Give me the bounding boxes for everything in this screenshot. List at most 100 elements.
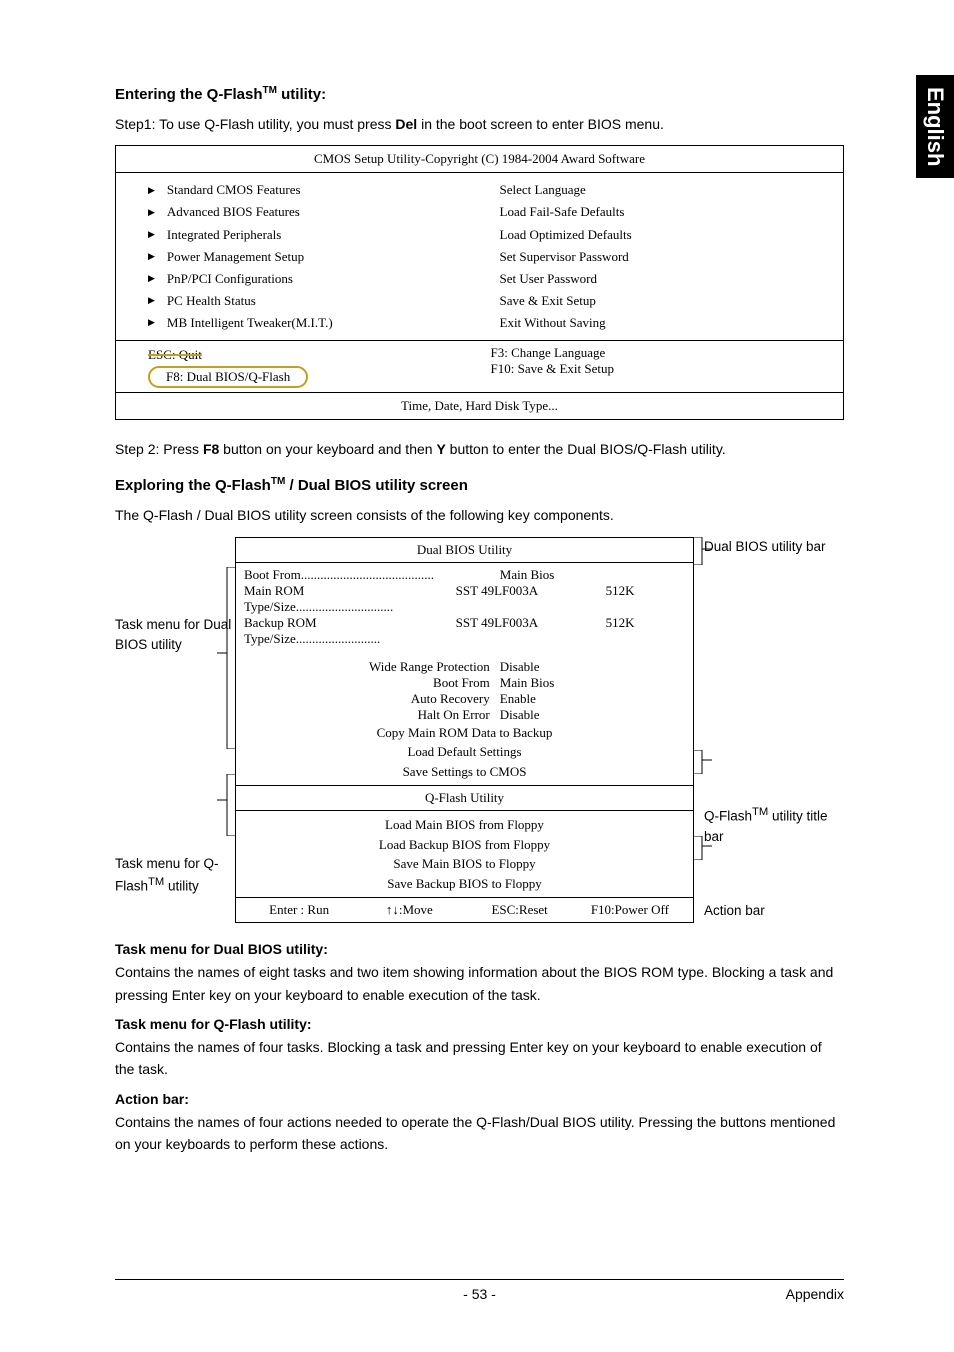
bios-menu-item: Save & Exit Setup	[500, 290, 834, 312]
bios-menu-item: Set User Password	[500, 268, 834, 290]
bracket-right-2	[694, 750, 712, 774]
dualbios-task: Copy Main ROM Data to Backup	[244, 723, 685, 743]
setting-key: Boot From	[244, 675, 500, 691]
action-item: F10:Power Off	[575, 902, 685, 918]
section2-title-sup: TM	[271, 476, 285, 487]
sub-body-3: Contains the names of four actions neede…	[115, 1111, 844, 1156]
triangle-icon: ▶	[148, 183, 155, 198]
action-item: ↑↓:Move	[354, 902, 464, 918]
page-number: - 53 -	[115, 1286, 844, 1302]
qflash-task: Load Backup BIOS from Floppy	[244, 835, 685, 855]
setting-row: Auto RecoveryEnable	[244, 691, 685, 707]
right-label-qflash-pre: Q-Flash	[704, 808, 752, 823]
step2-b2: Y	[436, 441, 445, 457]
page-footer: - 53 - Appendix	[115, 1279, 844, 1302]
setting-row: Wide Range ProtectionDisable	[244, 659, 685, 675]
qflash-task: Save Main BIOS to Floppy	[244, 854, 685, 874]
bios-menu-label: Exit Without Saving	[500, 312, 606, 334]
bios-menu-label: Standard CMOS Features	[167, 179, 301, 201]
bootfrom-value: Main Bios	[500, 567, 685, 583]
esc-quit: ESC: Quit	[148, 345, 491, 366]
qflash-task: Save Backup BIOS to Floppy	[244, 874, 685, 894]
bios-col-right: Select LanguageLoad Fail-Safe DefaultsLo…	[480, 173, 844, 340]
bios-menu-label: Load Optimized Defaults	[500, 224, 632, 246]
section1-title: Entering the Q-FlashTM utility:	[115, 85, 844, 103]
utility-diagram: Task menu for Dual BIOS utility Task men…	[115, 537, 844, 924]
bios-footer-keys: ESC: Quit F8: Dual BIOS/Q-Flash F3: Chan…	[116, 340, 843, 392]
bios-menu-label: Load Fail-Safe Defaults	[500, 201, 625, 223]
bios-menu-label: Advanced BIOS Features	[167, 201, 300, 223]
triangle-icon: ▶	[148, 227, 155, 242]
language-tab: English	[916, 75, 954, 178]
bios-menu-item: Exit Without Saving	[500, 312, 834, 334]
bios-menu-item: Select Language	[500, 179, 834, 201]
right-label-qflash-bar: Q-FlashTM utility title bar	[704, 804, 844, 847]
utility-box: Dual BIOS Utility Boot From.............…	[235, 537, 694, 924]
section1-title-post: utility:	[277, 86, 326, 103]
bios-col-left: ▶ Standard CMOS Features ▶ Advanced BIOS Fe…	[116, 173, 480, 340]
bios-menu-item: Set Supervisor Password	[500, 246, 834, 268]
mainrom-label: Main ROM Type/Size......................…	[244, 583, 456, 615]
bios-header: CMOS Setup Utility-Copyright (C) 1984-20…	[116, 146, 843, 173]
bios-footer-left: ESC: Quit F8: Dual BIOS/Q-Flash	[148, 345, 491, 388]
action-item: ESC:Reset	[465, 902, 575, 918]
qflash-title: Q-Flash Utility	[236, 786, 693, 811]
triangle-icon: ▶	[148, 205, 155, 220]
bios-footer-right: F3: Change Language F10: Save & Exit Set…	[491, 345, 834, 388]
section2-title-pre: Exploring the Q-Flash	[115, 477, 271, 494]
triangle-icon: ▶	[148, 293, 155, 308]
bios-table: CMOS Setup Utility-Copyright (C) 1984-20…	[115, 145, 844, 419]
right-label-dualbios-bar: Dual BIOS utility bar	[704, 537, 844, 557]
setting-value: Disable	[500, 707, 685, 723]
action-item: Enter : Run	[244, 902, 354, 918]
qflash-task: Load Main BIOS from Floppy	[244, 815, 685, 835]
backuprom-size: 512K	[606, 615, 685, 647]
triangle-icon: ▶	[148, 271, 155, 286]
section1-title-sup: TM	[263, 85, 277, 96]
step2-post: button to enter the Dual BIOS/Q-Flash ut…	[446, 441, 726, 457]
bios-menu-item: ▶Integrated Peripherals	[148, 224, 470, 246]
sub-body-1: Contains the names of eight tasks and tw…	[115, 961, 844, 1006]
left-label-qflash-sup: TM	[148, 876, 164, 888]
bios-menu-item: ▶ Advanced BIOS Features	[148, 201, 470, 223]
f3-key: F3: Change Language	[491, 345, 834, 361]
backuprom-label: Backup ROM Type/Size....................…	[244, 615, 456, 647]
setting-row: Halt On ErrorDisable	[244, 707, 685, 723]
setting-row: Boot FromMain Bios	[244, 675, 685, 691]
bios-menu-item: ▶PC Health Status	[148, 290, 470, 312]
triangle-icon: ▶	[148, 315, 155, 330]
step2-pre: Step 2: Press	[115, 441, 203, 457]
bios-menu-label: Select Language	[500, 179, 586, 201]
bios-menu-label: PnP/PCI Configurations	[167, 268, 293, 290]
bios-footer-hint: Time, Date, Hard Disk Type...	[116, 392, 843, 419]
section2-body: The Q-Flash / Dual BIOS utility screen c…	[115, 504, 844, 526]
bracket-right-3	[694, 836, 712, 860]
diagram-labels-right: Dual BIOS utility bar Q-FlashTM utility …	[694, 537, 844, 924]
left-label-qflash: Task menu for Q-FlashTM utility	[115, 854, 235, 897]
bios-menu-item: ▶MB Intelligent Tweaker(M.I.T.)	[148, 312, 470, 334]
bracket-left-2	[217, 774, 235, 836]
dualbios-task: Save Settings to CMOS	[244, 762, 685, 782]
setting-key: Wide Range Protection	[244, 659, 500, 675]
step2-b1: F8	[203, 441, 219, 457]
settings-block: Wide Range ProtectionDisableBoot FromMai…	[236, 647, 693, 787]
step1-text: Step1: To use Q-Flash utility, you must …	[115, 113, 844, 135]
dualbios-title: Dual BIOS Utility	[236, 538, 693, 563]
step2-text: Step 2: Press F8 button on your keyboard…	[115, 438, 844, 460]
sub-body-2: Contains the names of four tasks. Blocki…	[115, 1036, 844, 1081]
setting-value: Disable	[500, 659, 685, 675]
mainrom-size: 512K	[606, 583, 685, 615]
left-label-qflash-post: utility	[164, 879, 199, 894]
utility-box-wrap: Dual BIOS Utility Boot From.............…	[235, 537, 694, 924]
bios-menu-item: Load Optimized Defaults	[500, 224, 834, 246]
sub-title-2: Task menu for Q-Flash utility:	[115, 1016, 844, 1032]
mainrom-value: SST 49LF003A	[456, 583, 606, 615]
bios-menu-item: Load Fail-Safe Defaults	[500, 201, 834, 223]
setting-value: Main Bios	[500, 675, 685, 691]
step2-mid: button on your keyboard and then	[219, 441, 436, 457]
step1-post: in the boot screen to enter BIOS menu.	[417, 116, 664, 132]
section2-title-post: / Dual BIOS utility screen	[285, 477, 468, 494]
bootfrom-label: Boot From...............................…	[244, 567, 500, 583]
step1-bold: Del	[395, 116, 417, 132]
sub-title-3: Action bar:	[115, 1091, 844, 1107]
